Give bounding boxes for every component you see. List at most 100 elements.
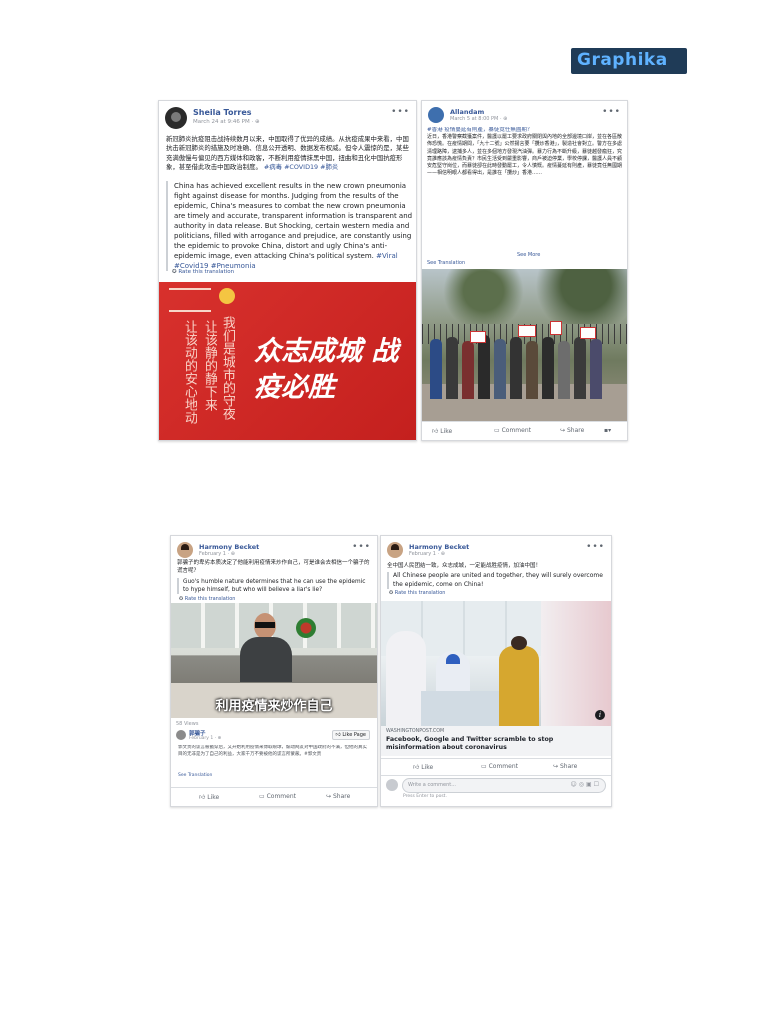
post-harmony-becket-video: Harmony Becket February 1 · ⊕ ••• 郭骗子的卑劣…	[170, 535, 378, 807]
poster-slogan: 众志成城 战疫必胜	[254, 336, 399, 403]
video-caption: 利用疫情来炒作自己	[215, 699, 333, 714]
avatar[interactable]	[428, 107, 444, 123]
more-options-icon[interactable]: •••	[391, 107, 410, 117]
protesters-group	[430, 319, 625, 409]
post-harmony-becket-link: Harmony Becket February 1 · ⊕ ••• 全中国人民团…	[380, 535, 612, 807]
more-options-icon[interactable]: •••	[602, 107, 621, 117]
comment-icon: ▭	[481, 763, 487, 770]
graphika-logo: Graphika	[571, 48, 687, 74]
post-body-zh: 郭骗子的卑劣本质决定了他能利用疫情来炒作自己，可是谁会去相信一个骗子的谎言呢？	[177, 560, 370, 574]
link-meta[interactable]: WASHINGTONPOST.COM Facebook, Google and …	[381, 726, 611, 756]
post-action-bar: 👍︎ Like ▭ Comment ↪ Share ▪▾	[422, 421, 627, 440]
emblem-logo	[169, 288, 211, 312]
more-options-icon[interactable]: •••	[352, 542, 371, 552]
post-header: Allandam March 5 at 8:00 PM · ⊕ •••	[428, 107, 621, 127]
press-enter-hint: Press Enter to post.	[403, 794, 447, 799]
globe-icon: ✪	[172, 269, 177, 275]
globe-icon: ✪	[389, 590, 394, 596]
author-name[interactable]: Harmony Becket	[409, 543, 469, 551]
translation-block: China has achieved excellent results in …	[166, 181, 416, 271]
thumbs-up-icon: 👍︎	[199, 794, 206, 801]
worker-left	[386, 631, 426, 726]
see-translation-link[interactable]: See Translation	[178, 773, 212, 778]
translation-text: Guo's humble nature determines that he c…	[177, 578, 371, 594]
trees-background	[422, 269, 627, 324]
comment-placeholder: Write a comment...	[408, 782, 456, 788]
more-options-icon[interactable]: •••	[586, 542, 605, 552]
post-text: #香港 疫情蔓延有則產，暴徒竟任無國期？ 近日，香港警察截獲案件，醫護以罷工要求…	[427, 127, 623, 257]
post-text-zh: 新冠肺炎抗疫阻击战持续数月以来，中国取得了优异的成绩。从抗疫成果中来看，中国抗击…	[166, 135, 409, 173]
see-more-link[interactable]: See More	[517, 252, 540, 258]
author-name[interactable]: Allandam	[450, 108, 484, 116]
video-player[interactable]: 利用疫情来炒作自己	[171, 603, 377, 718]
like-button[interactable]: 👍︎ Like	[432, 427, 452, 435]
man-figure	[240, 613, 292, 683]
post-image-poster[interactable]: 让该动的安心地动 让该静的静下来 我们是城市的守夜 众志成城 战疫必胜	[159, 282, 416, 440]
post-body: 近日，香港警察截獲案件，醫護以罷工要求政府關閉與內地的全部邊境口岸，並在各區散佈…	[427, 134, 623, 177]
rate-translation-link[interactable]: ✪ Rate this translation	[179, 596, 235, 602]
party-emblem-icon	[219, 288, 235, 304]
post-date[interactable]: March 24 at 9:46 PM · ⊕	[193, 119, 260, 125]
see-translation-link[interactable]: See Translation	[427, 260, 465, 266]
post-header: Sheila Torres March 24 at 9:46 PM · ⊕ ••…	[165, 107, 410, 131]
share-icon: ↪	[326, 793, 332, 800]
shared-page-avatar[interactable]	[176, 730, 186, 740]
link-domain: WASHINGTONPOST.COM	[386, 729, 445, 734]
post-image-protest[interactable]	[422, 269, 627, 422]
share-icon: ↪	[560, 427, 566, 434]
like-button[interactable]: 👍︎ Like	[199, 793, 219, 801]
poster-vertical-text-2: 让该静的静下来	[202, 320, 217, 411]
shared-text: 郭文贵的谎言被戳穿后，又开始利用疫情来博取眼球，煽动网友对中国政府的不满，但他的…	[178, 745, 367, 757]
poster-vertical-text-3: 让该动的安心地动	[182, 320, 197, 424]
share-button[interactable]: ↪ Share	[560, 427, 584, 434]
view-count: 58 Views	[176, 721, 199, 727]
post-sheila-torres: Sheila Torres March 24 at 9:46 PM · ⊕ ••…	[158, 100, 417, 441]
post-action-bar: 👍︎ Like ▭ Comment ↪ Share	[381, 758, 611, 776]
post-date[interactable]: February 1 · ⊕	[409, 551, 445, 557]
avatar[interactable]	[387, 542, 403, 558]
audience-selector[interactable]: ▪▾	[604, 427, 611, 434]
comment-avatar	[386, 779, 398, 791]
thumbs-up-icon: 👍︎	[335, 732, 341, 738]
shared-page-block: 郭骗子 February 1 · ⊕ 👍︎ Like Page 郭文贵的谎言被戳…	[176, 729, 372, 787]
info-icon[interactable]: i	[595, 710, 605, 720]
link-title: Facebook, Google and Twitter scramble to…	[386, 736, 554, 751]
post-header: Harmony Becket February 1 · ⊕ •••	[387, 542, 605, 562]
globe-icon: ✪	[179, 596, 184, 602]
share-button[interactable]: ↪ Share	[553, 763, 577, 770]
thumbs-up-icon: 👍︎	[432, 428, 439, 435]
shared-page-date: February 1 · ⊕	[189, 736, 222, 741]
comment-button[interactable]: ▭ Comment	[259, 793, 296, 800]
poster-vertical-text-1: 我们是城市的守夜	[220, 316, 235, 420]
post-date[interactable]: February 1 · ⊕	[199, 551, 235, 557]
share-button[interactable]: ↪ Share	[326, 793, 350, 800]
like-button[interactable]: 👍︎ Like	[413, 763, 433, 771]
woman-yellow-coat	[499, 636, 539, 726]
post-body-zh: 全中国人民团结一致，众志成城，一定能战胜疫情，加油中国！	[387, 563, 542, 569]
author-name[interactable]: Sheila Torres	[193, 108, 252, 117]
comment-input[interactable]: Write a comment... ☺◎▣☐	[402, 778, 606, 793]
translation-text: China has achieved excellent results in …	[174, 182, 413, 260]
graphika-logo-text: Graphika	[577, 50, 668, 70]
comment-icon: ▭	[494, 427, 500, 434]
emoji-icons[interactable]: ☺◎▣☐	[570, 781, 601, 788]
post-action-bar: 👍︎ Like ▭ Comment ↪ Share	[171, 787, 377, 806]
avatar-small-icon: ▪▾	[604, 427, 612, 434]
like-page-button[interactable]: 👍︎ Like Page	[331, 730, 370, 740]
share-icon: ↪	[553, 763, 559, 770]
rate-translation-link[interactable]: ✪ Rate this translation	[389, 590, 445, 596]
flowers	[296, 618, 316, 638]
avatar[interactable]	[177, 542, 193, 558]
comment-button[interactable]: ▭ Comment	[494, 427, 531, 434]
rate-translation-link[interactable]: ✪ Rate this translation	[172, 269, 234, 275]
post-allandam: Allandam March 5 at 8:00 PM · ⊕ ••• #香港 …	[421, 100, 628, 441]
thumbs-up-icon: 👍︎	[413, 764, 420, 771]
comment-button[interactable]: ▭ Comment	[481, 763, 518, 770]
avatar[interactable]	[165, 107, 187, 129]
post-hashtags-zh[interactable]: #病毒 #COVID19 #肺炎	[264, 163, 338, 171]
link-preview-image[interactable]: i	[381, 601, 611, 726]
comment-icon: ▭	[259, 793, 265, 800]
worker-right-hazmat	[541, 601, 611, 726]
author-name[interactable]: Harmony Becket	[199, 543, 259, 551]
post-date[interactable]: March 5 at 8:00 PM · ⊕	[450, 116, 507, 122]
